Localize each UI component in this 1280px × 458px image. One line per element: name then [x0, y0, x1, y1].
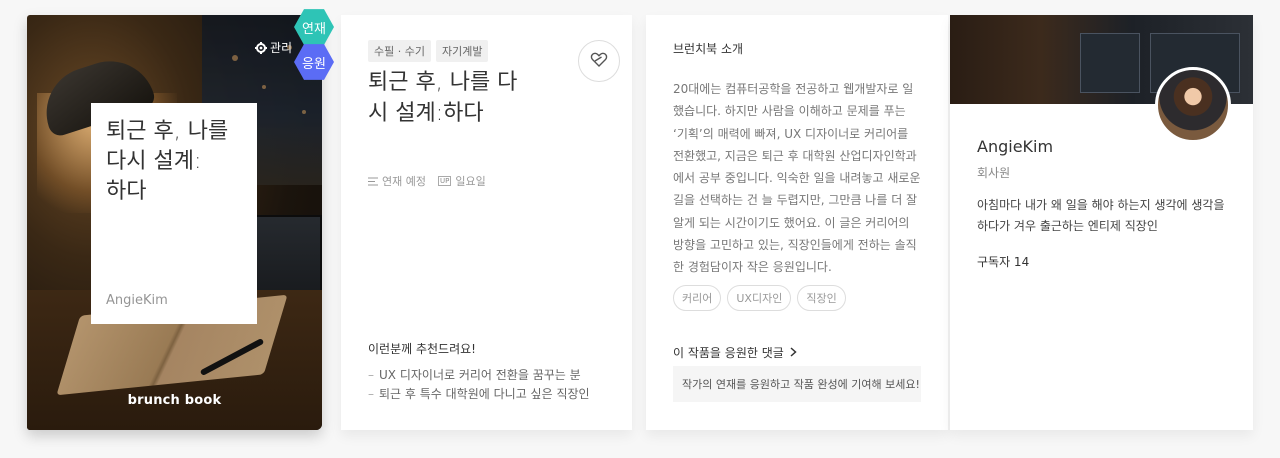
comments-link-label: 이 작품을 응원한 댓글	[673, 346, 784, 360]
author-avatar[interactable]	[1155, 67, 1231, 143]
book-cover[interactable]: 퇴근 후, 나를 다시 설계: 하다 AngieKim brunch book …	[27, 15, 322, 430]
subscriber-count: 구독자 14	[977, 255, 1030, 269]
book-intro-panel: 브런치북 소개 20대에는 컴퓨터공학을 전공하고 웹개발자로 일했습니다. 하…	[646, 15, 948, 430]
book-title: 퇴근 후, 나를 다시 설계:하다	[368, 70, 518, 126]
chevron-right-icon	[790, 346, 797, 360]
comments-prompt[interactable]: 작가의 연재를 응원하고 작품 완성에 기여해 보세요!	[673, 366, 921, 402]
intro-body: 20대에는 컴퓨터공학을 전공하고 웹개발자로 일했습니다. 하지만 사람을 이…	[673, 82, 921, 275]
keyword-chip[interactable]: 직장인	[797, 285, 846, 311]
up-icon: UP	[437, 176, 452, 186]
author-job: 회사원	[977, 166, 1011, 180]
author-bio: 아침마다 내가 왜 일을 해야 하는지 생각에 생각을 하다가 겨우 출근하는 …	[977, 198, 1225, 233]
manage-label: 관리	[270, 41, 293, 55]
comments-link[interactable]: 이 작품을 응원한 댓글	[673, 344, 797, 361]
manage-button[interactable]: 관리	[255, 39, 292, 56]
list-icon	[368, 177, 378, 186]
author-panel: AngieKim 회사원 아침마다 내가 왜 일을 해야 하는지 생각에 생각을…	[950, 15, 1253, 430]
serial-status-label: 연재 예정	[382, 175, 426, 188]
cover-title-card: 퇴근 후, 나를 다시 설계: 하다 AngieKim	[91, 103, 257, 324]
category-tags: 수필 · 수기 자기계발	[368, 40, 489, 62]
recommend-item: 퇴근 후 특수 대학원에 다니고 싶은 직장인	[368, 385, 590, 404]
gear-icon	[255, 41, 267, 54]
heart-pin-icon	[589, 49, 609, 73]
keyword-list: 커리어 UX디자인 직장인	[673, 285, 846, 311]
recommend-item: UX 디자이너로 커리어 전환을 꿈꾸는 분	[368, 366, 590, 385]
author-name[interactable]: AngieKim	[977, 137, 1053, 156]
serial-status: 연재 예정	[368, 173, 426, 189]
intro-title: 브런치북 소개	[673, 42, 744, 56]
keyword-chip[interactable]: UX디자인	[727, 285, 792, 311]
category-tag[interactable]: 자기계발	[435, 40, 489, 62]
publish-day: UP 일요일	[437, 173, 486, 189]
publish-day-label: 일요일	[455, 175, 486, 188]
book-details-panel: 수필 · 수기 자기계발 퇴근 후, 나를 다시 설계:하다 연재 예정 UP …	[341, 15, 632, 430]
recommend-title: 이런분께 추천드려요!	[368, 342, 476, 356]
cover-title: 퇴근 후, 나를 다시 설계: 하다	[106, 119, 229, 204]
keyword-chip[interactable]: 커리어	[673, 285, 722, 311]
book-meta: 연재 예정 UP 일요일	[368, 173, 486, 189]
like-button[interactable]	[578, 40, 620, 82]
cover-author: AngieKim	[106, 293, 168, 308]
brunch-book-logo: brunch book	[127, 393, 222, 408]
category-tag[interactable]: 수필 · 수기	[368, 40, 431, 62]
recommend-list: UX 디자이너로 커리어 전환을 꿈꾸는 분 퇴근 후 특수 대학원에 다니고 …	[368, 366, 590, 404]
